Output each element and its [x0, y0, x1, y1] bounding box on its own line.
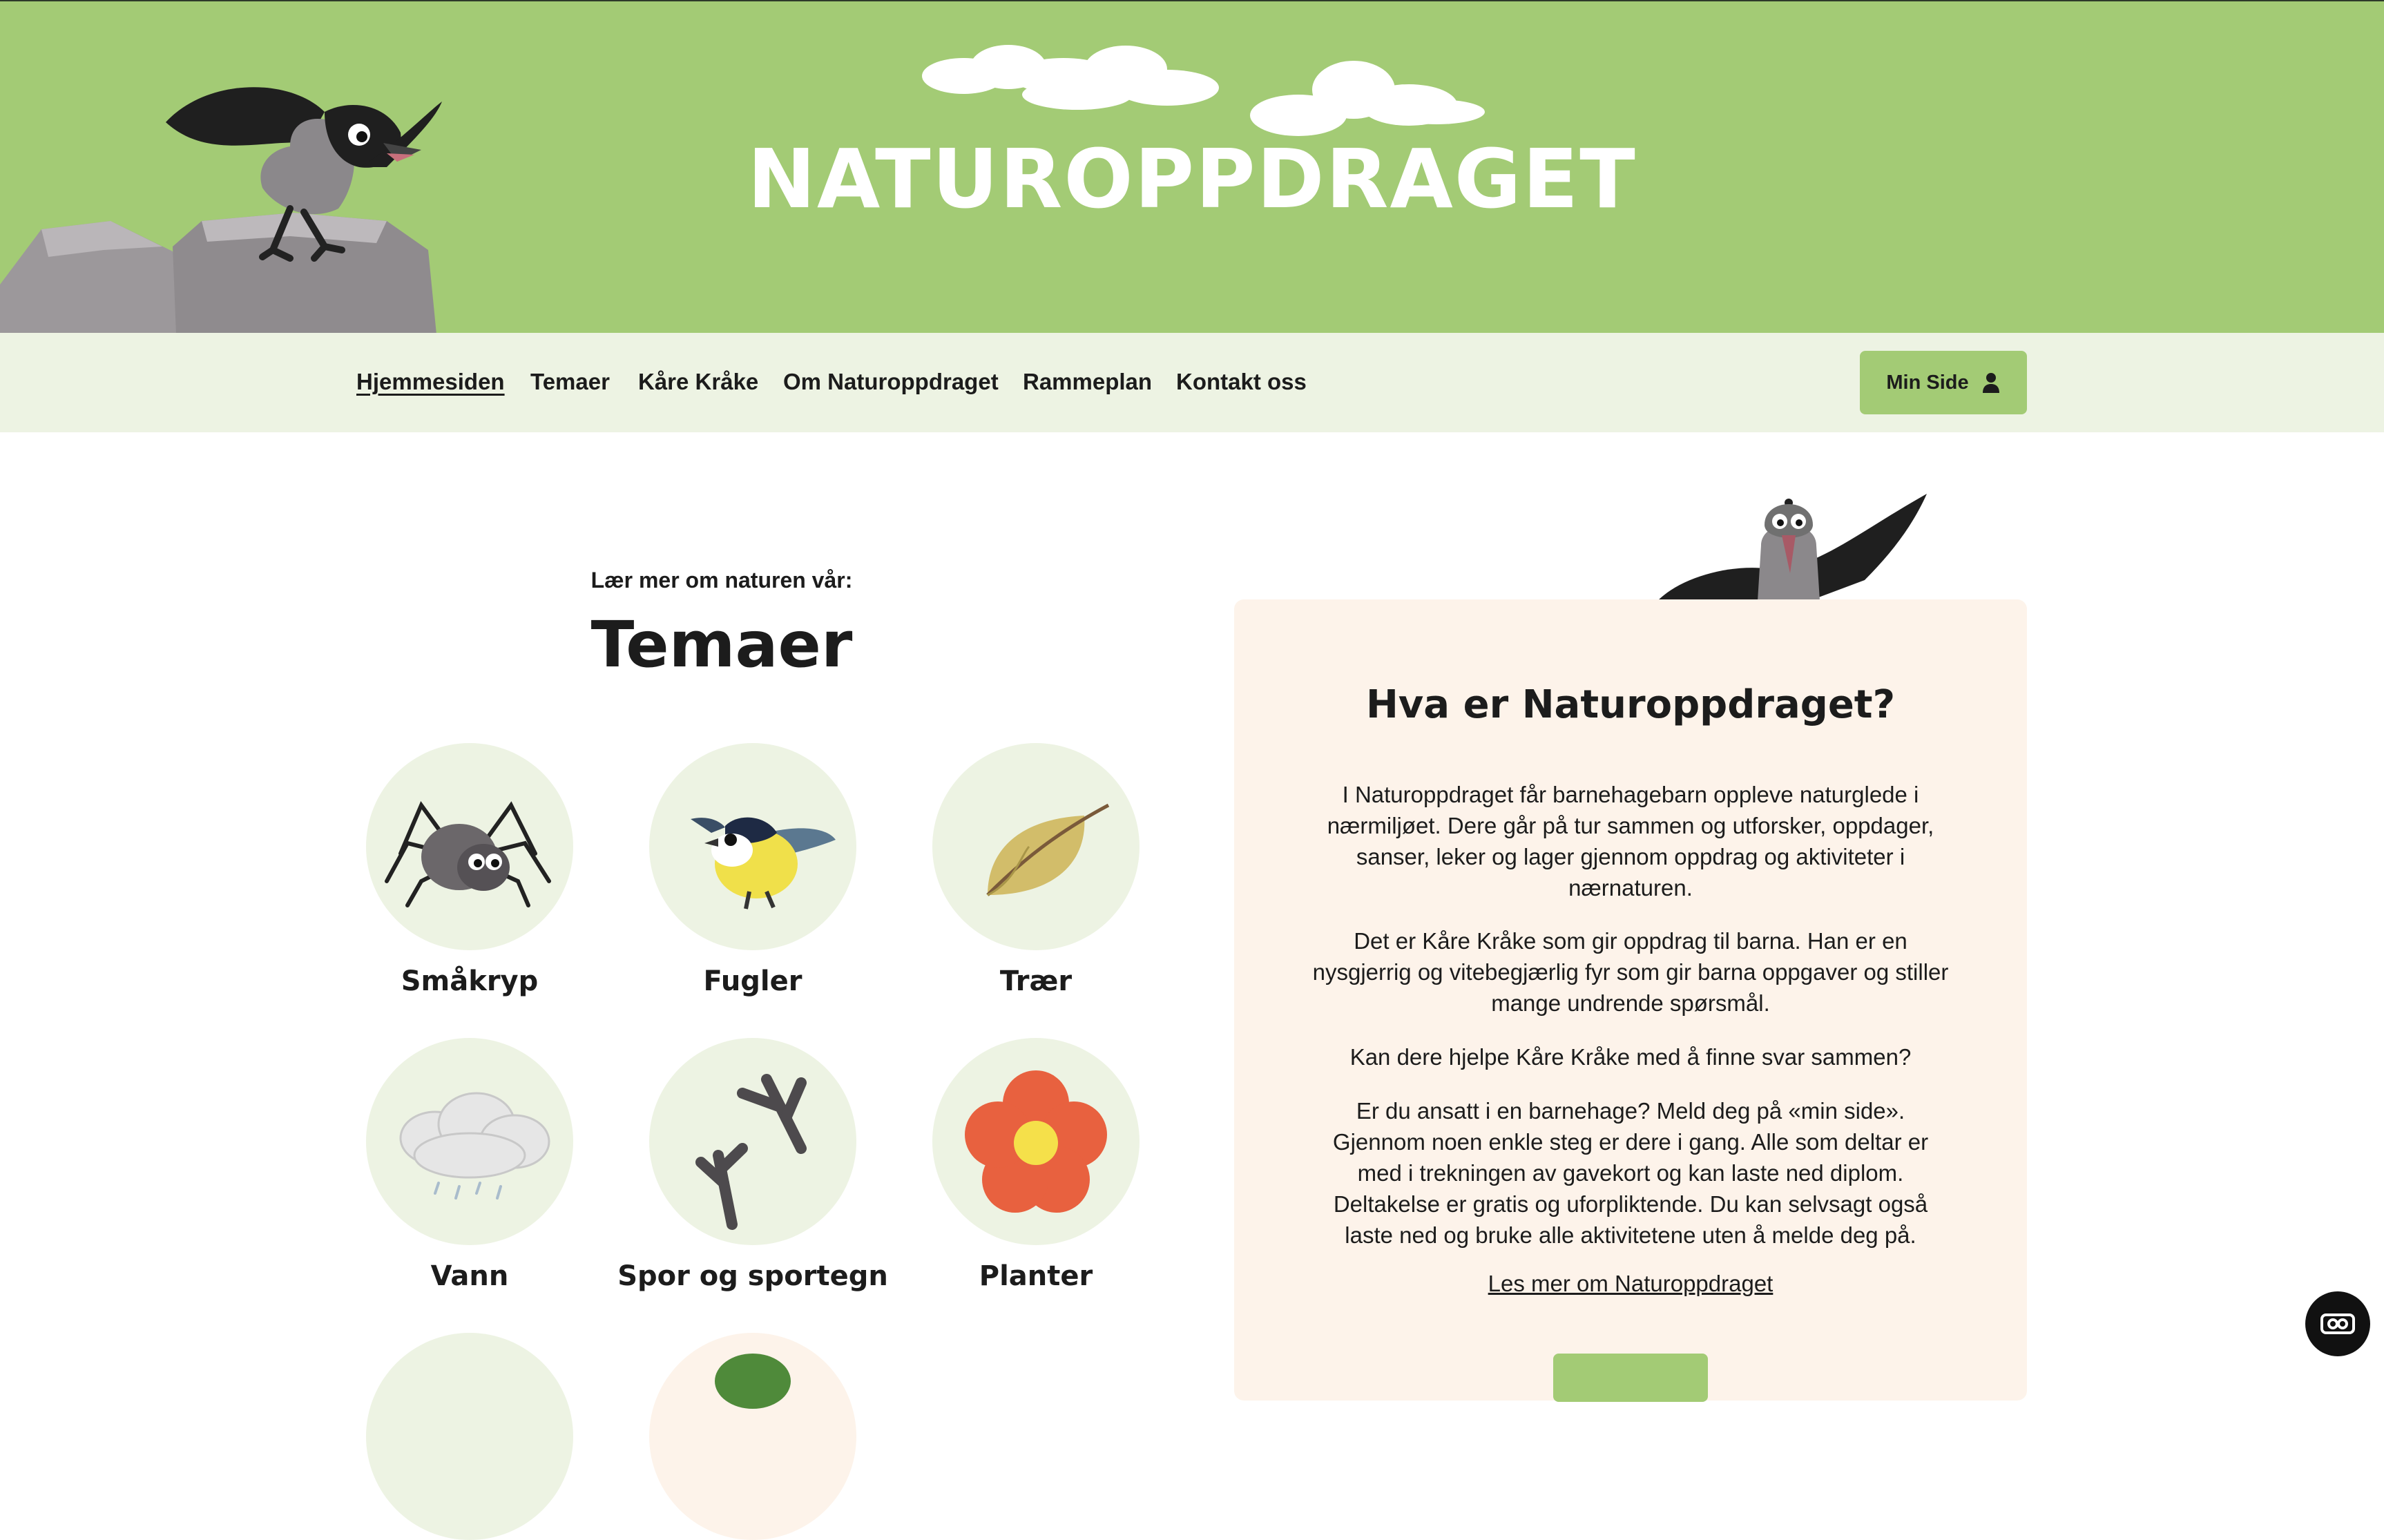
theme-circle — [649, 1038, 856, 1245]
theme-fugler[interactable]: Fugler — [608, 743, 898, 997]
theme-label: Småkryp — [401, 965, 539, 997]
crow-illustration — [1657, 494, 1927, 601]
spider-icon — [385, 800, 551, 907]
theme-vann[interactable]: Vann — [325, 1038, 615, 1292]
rocks-illustration — [0, 213, 436, 334]
flower-icon — [965, 1070, 1107, 1213]
theme-label: Spor og sportegn — [617, 1260, 888, 1292]
person-icon — [1982, 373, 1999, 393]
theme-circle-partial[interactable] — [649, 1333, 856, 1540]
info-paragraph: Det er Kåre Kråke som gir oppdrag til ba… — [1312, 928, 1949, 1016]
info-card: Hva er Naturoppdraget? I Naturoppdraget … — [1234, 599, 2027, 1402]
info-paragraph: I Naturoppdraget får barnehagebarn opple… — [1327, 782, 1934, 901]
themes-eyebrow: Lær mer om naturen vår: — [590, 568, 853, 593]
nav-item-kare-krake[interactable]: Kåre Kråke — [638, 369, 758, 395]
bird-icon — [691, 817, 836, 909]
clouds-illustration — [922, 45, 1485, 136]
rain-cloud-icon — [399, 1092, 550, 1200]
info-title: Hva er Naturoppdraget? — [1365, 682, 1896, 727]
theme-circle-partial[interactable] — [366, 1333, 573, 1540]
plant-icon — [715, 1354, 791, 1409]
theme-label: Fugler — [703, 965, 802, 997]
theme-spor-og-sportegn[interactable]: Spor og sportegn — [608, 1038, 898, 1292]
read-more-link[interactable]: Les mer om Naturoppdraget — [1234, 1271, 2027, 1297]
nav-item-rammeplan[interactable]: Rammeplan — [1023, 369, 1152, 395]
info-paragraph: Kan dere hjelpe Kåre Kråke med å finne s… — [1349, 1044, 1912, 1070]
hero-banner: NATUROPPDRAGET — [0, 0, 2384, 334]
theme-smakryp[interactable]: Småkryp — [325, 743, 615, 997]
theme-label: Planter — [979, 1260, 1093, 1292]
theme-circle — [366, 1038, 573, 1245]
theme-label: Trær — [999, 965, 1073, 997]
nav-item-om-naturoppdraget[interactable]: Om Naturoppdraget — [783, 369, 999, 395]
site-logo[interactable]: NATUROPPDRAGET — [0, 131, 2384, 227]
chat-button[interactable] — [2305, 1291, 2370, 1356]
min-side-button[interactable]: Min Side — [1860, 351, 2027, 414]
nav-item-temaer[interactable]: Temaer — [530, 369, 610, 395]
theme-planter[interactable]: Planter — [891, 1038, 1181, 1292]
min-side-label: Min Side — [1886, 371, 1969, 394]
theme-circle — [366, 743, 573, 950]
leaf-icon — [986, 803, 1110, 896]
theme-label: Vann — [430, 1260, 509, 1292]
tracks-icon — [695, 1074, 807, 1230]
info-paragraph: Er du ansatt i en barnehage? Meld deg på… — [1332, 1098, 1929, 1248]
nav-item-hjemmesiden[interactable]: Hjemmesiden — [356, 369, 505, 395]
theme-traer[interactable]: Trær — [891, 743, 1181, 997]
chat-icon — [2320, 1313, 2355, 1334]
card-action-button[interactable] — [1553, 1354, 1708, 1402]
themes-title: Temaer — [590, 608, 853, 682]
theme-circle — [649, 743, 856, 950]
nav-item-kontakt-oss[interactable]: Kontakt oss — [1176, 369, 1307, 395]
theme-circle — [932, 1038, 1140, 1245]
theme-circle — [932, 743, 1140, 950]
